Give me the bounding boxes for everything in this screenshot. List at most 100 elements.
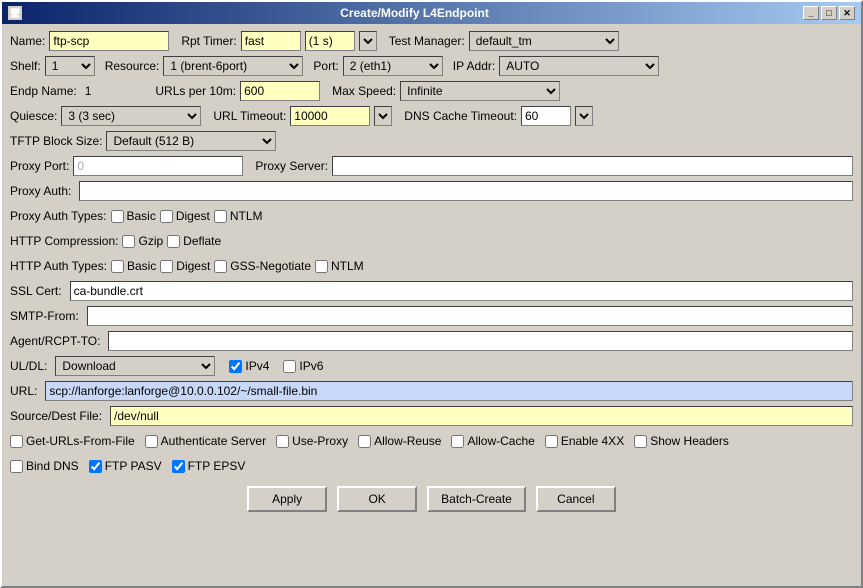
row-proxy-auth-types: Proxy Auth Types: Basic Digest NTLM	[10, 205, 853, 227]
apply-button[interactable]: Apply	[247, 486, 327, 512]
http-ntlm-checkbox[interactable]	[315, 260, 328, 273]
source-dest-input[interactable]	[110, 406, 853, 426]
http-basic-checkbox[interactable]	[111, 260, 124, 273]
allow-reuse-option[interactable]: Allow-Reuse	[358, 434, 441, 448]
url-timeout-input[interactable]	[290, 106, 370, 126]
gss-option[interactable]: GSS-Negotiate	[214, 259, 311, 273]
gss-checkbox[interactable]	[214, 260, 227, 273]
enable-4xx-checkbox[interactable]	[545, 435, 558, 448]
row-endp: Endp Name: 1 URLs per 10m: Max Speed: In…	[10, 80, 853, 102]
urls-per-10m-input[interactable]	[240, 81, 320, 101]
rpt-timer-select[interactable]	[359, 31, 377, 51]
ssl-cert-input[interactable]	[70, 281, 853, 301]
minimize-button[interactable]: _	[803, 6, 819, 20]
test-manager-select[interactable]: default_tm	[469, 31, 619, 51]
ftp-pasv-checkbox[interactable]	[89, 460, 102, 473]
name-label: Name:	[10, 34, 45, 48]
row-shelf: Shelf: 1 Resource: 1 (brent-6port) Port:…	[10, 55, 853, 77]
ftp-epsv-option[interactable]: FTP EPSV	[172, 459, 246, 473]
enable-4xx-option[interactable]: Enable 4XX	[545, 434, 624, 448]
http-ntlm-option[interactable]: NTLM	[315, 259, 364, 273]
rpt-timer-input[interactable]: fast	[241, 31, 301, 51]
show-headers-checkbox[interactable]	[634, 435, 647, 448]
proxy-basic-checkbox[interactable]	[111, 210, 124, 223]
window-controls: _ □ ✕	[803, 6, 855, 20]
bind-dns-option[interactable]: Bind DNS	[10, 459, 79, 473]
http-ntlm-label: NTLM	[331, 259, 364, 273]
agent-rcpt-input[interactable]	[108, 331, 853, 351]
http-basic-option[interactable]: Basic	[111, 259, 156, 273]
main-window: 🖥 Create/Modify L4Endpoint _ □ ✕ Name: f…	[0, 0, 863, 588]
titlebar: 🖥 Create/Modify L4Endpoint _ □ ✕	[2, 2, 861, 24]
auth-server-option[interactable]: Authenticate Server	[145, 434, 266, 448]
proxy-digest-option[interactable]: Digest	[160, 209, 210, 223]
allow-cache-option[interactable]: Allow-Cache	[451, 434, 534, 448]
ipv4-option[interactable]: IPv4	[229, 359, 269, 373]
allow-reuse-checkbox[interactable]	[358, 435, 371, 448]
shelf-select[interactable]: 1	[45, 56, 95, 76]
proxy-ntlm-checkbox[interactable]	[214, 210, 227, 223]
max-speed-select[interactable]: Infinite	[400, 81, 560, 101]
port-select[interactable]: 2 (eth1)	[343, 56, 443, 76]
batch-create-button[interactable]: Batch-Create	[427, 486, 526, 512]
row-ssl-cert: SSL Cert:	[10, 280, 853, 302]
gzip-option[interactable]: Gzip	[122, 234, 163, 248]
get-urls-label: Get-URLs-From-File	[26, 434, 135, 448]
ftp-epsv-checkbox[interactable]	[172, 460, 185, 473]
enable-4xx-label: Enable 4XX	[561, 434, 624, 448]
http-digest-option[interactable]: Digest	[160, 259, 210, 273]
proxy-port-input[interactable]	[73, 156, 243, 176]
smtp-from-input[interactable]	[87, 306, 853, 326]
urls-per-10m-label: URLs per 10m:	[155, 84, 236, 98]
auth-server-checkbox[interactable]	[145, 435, 158, 448]
maximize-button[interactable]: □	[821, 6, 837, 20]
get-urls-checkbox[interactable]	[10, 435, 23, 448]
get-urls-option[interactable]: Get-URLs-From-File	[10, 434, 135, 448]
proxy-auth-label: Proxy Auth:	[10, 184, 71, 198]
proxy-auth-input[interactable]	[79, 181, 853, 201]
url-input[interactable]	[45, 381, 853, 401]
ipv6-option[interactable]: IPv6	[283, 359, 323, 373]
proxy-basic-label: Basic	[127, 209, 156, 223]
allow-cache-checkbox[interactable]	[451, 435, 464, 448]
rpt-timer-label: Rpt Timer:	[181, 34, 236, 48]
use-proxy-option[interactable]: Use-Proxy	[276, 434, 348, 448]
deflate-label: Deflate	[183, 234, 221, 248]
dns-cache-timeout-select[interactable]	[575, 106, 593, 126]
proxy-server-input[interactable]	[332, 156, 853, 176]
ul-dl-select[interactable]: Download Upload	[55, 356, 215, 376]
deflate-option[interactable]: Deflate	[167, 234, 221, 248]
row-source-dest: Source/Dest File:	[10, 405, 853, 427]
button-row: Apply OK Batch-Create Cancel	[10, 480, 853, 516]
ipv4-checkbox[interactable]	[229, 360, 242, 373]
agent-rcpt-label: Agent/RCPT-TO:	[10, 334, 100, 348]
http-digest-checkbox[interactable]	[160, 260, 173, 273]
show-headers-option[interactable]: Show Headers	[634, 434, 729, 448]
close-button[interactable]: ✕	[839, 6, 855, 20]
proxy-basic-option[interactable]: Basic	[111, 209, 156, 223]
gzip-checkbox[interactable]	[122, 235, 135, 248]
proxy-auth-types-label: Proxy Auth Types:	[10, 209, 107, 223]
tftp-block-size-select[interactable]: Default (512 B)	[106, 131, 276, 151]
use-proxy-checkbox[interactable]	[276, 435, 289, 448]
url-timeout-select[interactable]	[374, 106, 392, 126]
ipv6-checkbox[interactable]	[283, 360, 296, 373]
ok-button[interactable]: OK	[337, 486, 417, 512]
cancel-button[interactable]: Cancel	[536, 486, 616, 512]
test-manager-label: Test Manager:	[389, 34, 465, 48]
ftp-pasv-option[interactable]: FTP PASV	[89, 459, 162, 473]
rpt-timer-suffix: (1 s)	[305, 31, 355, 51]
row-checkboxes-2: Bind DNS FTP PASV FTP EPSV	[10, 455, 853, 477]
bind-dns-checkbox[interactable]	[10, 460, 23, 473]
name-input[interactable]: ftp-scp	[49, 31, 169, 51]
dns-cache-timeout-input[interactable]	[521, 106, 571, 126]
proxy-ntlm-option[interactable]: NTLM	[214, 209, 263, 223]
row-smtp-from: SMTP-From:	[10, 305, 853, 327]
quiesce-select[interactable]: 3 (3 sec)	[61, 106, 201, 126]
ip-addr-select[interactable]: AUTO	[499, 56, 659, 76]
ipv4-label: IPv4	[245, 359, 269, 373]
show-headers-label: Show Headers	[650, 434, 729, 448]
proxy-digest-checkbox[interactable]	[160, 210, 173, 223]
resource-select[interactable]: 1 (brent-6port)	[163, 56, 303, 76]
deflate-checkbox[interactable]	[167, 235, 180, 248]
